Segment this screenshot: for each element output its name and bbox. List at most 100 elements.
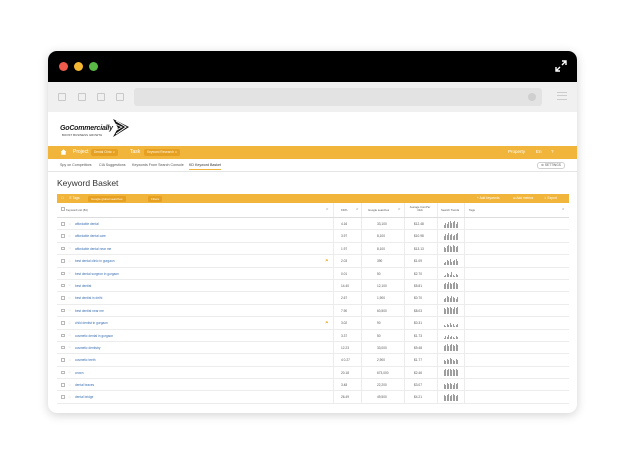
cpc-column-header[interactable]: Average Cost Per Click xyxy=(407,206,433,212)
star-icon[interactable]: ☆ xyxy=(68,345,71,349)
keyword-link[interactable]: affordable dental xyxy=(75,222,99,226)
row-checkbox[interactable] xyxy=(61,259,65,263)
star-icon[interactable]: ☆ xyxy=(68,222,71,226)
flag-icon[interactable]: ⚑ xyxy=(325,320,329,325)
table-row[interactable]: ☆ best dental clinic in gurgaon ⚑ 2.03 3… xyxy=(57,255,569,268)
tags-column-header[interactable]: Tags xyxy=(469,208,475,212)
keyword-link[interactable]: best dentist xyxy=(75,284,91,288)
maximize-window-button[interactable] xyxy=(89,62,98,71)
star-icon[interactable]: ☆ xyxy=(68,283,71,287)
row-checkbox[interactable] xyxy=(61,246,65,251)
row-checkbox[interactable] xyxy=(61,395,65,399)
trends-column-header[interactable]: Search Trends xyxy=(441,208,459,212)
language-menu[interactable]: En xyxy=(536,149,542,154)
table-row[interactable]: ☆ best dentist near me 7.90 60,500 $8.03 xyxy=(57,304,569,318)
keyword-link[interactable]: cosmetic teeth xyxy=(75,358,96,362)
table-row[interactable]: ☆ best dentist 14.40 12,100 $5.81 xyxy=(57,279,569,293)
sort-icon[interactable]: ⇵ xyxy=(356,207,359,211)
row-checkbox[interactable] xyxy=(61,345,65,350)
keyword-link[interactable]: child dentist in gurgaon xyxy=(75,321,108,325)
home-icon[interactable] xyxy=(60,149,67,155)
property-menu[interactable]: Property xyxy=(508,149,525,154)
project-selector[interactable]: Dental Clinic ∨ xyxy=(91,149,119,156)
select-all-checkbox[interactable]: ☐ xyxy=(61,196,64,200)
keyword-link[interactable]: affordable dental near me xyxy=(75,247,111,251)
kd-column-header[interactable]: KD% xyxy=(341,208,347,212)
add-metrics-button[interactable]: ⊞ Add metrics xyxy=(513,196,533,200)
star-icon[interactable]: ☆ xyxy=(68,246,71,250)
fullscreen-icon[interactable] xyxy=(555,60,567,72)
star-icon[interactable]: ☆ xyxy=(68,308,71,312)
export-button[interactable]: ⇩ Export xyxy=(544,196,557,200)
star-icon[interactable]: ☆ xyxy=(68,358,71,362)
tab-spy-on-competitors[interactable]: Spy on Competitors xyxy=(60,163,92,167)
address-bar[interactable] xyxy=(134,88,542,106)
sort-icon[interactable]: ⇵ xyxy=(326,207,329,211)
sort-icon[interactable]: ⇵ xyxy=(398,207,401,211)
bookmark-icon[interactable] xyxy=(528,93,536,101)
row-checkbox[interactable] xyxy=(61,370,65,375)
row-checkbox[interactable] xyxy=(61,234,65,238)
keyword-link[interactable]: best dental surgeon in gurgaon xyxy=(75,272,119,276)
table-row[interactable]: ☆ dental bridge 26.49 49,500 $4.21 xyxy=(57,391,569,404)
row-checkbox[interactable] xyxy=(61,358,65,362)
table-row[interactable]: ☆ cosmetic dental in gurgaon 3.37 50 $1.… xyxy=(57,329,569,342)
minimize-window-button[interactable] xyxy=(74,62,83,71)
table-row[interactable]: ☆ affordable dental 4.16 33,100 $12.48 xyxy=(57,218,569,231)
star-icon[interactable]: ☆ xyxy=(68,271,71,275)
keyword-link[interactable]: affordable dental care xyxy=(75,234,106,238)
keyword-link[interactable]: best dentist in delhi xyxy=(75,296,102,300)
close-window-button[interactable] xyxy=(59,62,68,71)
keyword-link[interactable]: dental bridge xyxy=(75,395,93,399)
star-icon[interactable]: ☆ xyxy=(68,234,71,238)
row-checkbox[interactable] xyxy=(61,308,65,313)
reload-icon[interactable] xyxy=(97,93,105,101)
table-row[interactable]: ☆ cosmetic teeth 4 0.27 2,900 $1.77 xyxy=(57,354,569,367)
header-checkbox[interactable] xyxy=(61,207,65,211)
flag-icon[interactable]: ⚑ xyxy=(325,258,329,263)
table-row[interactable]: ☆ best dental surgeon in gurgaon 0.01 50… xyxy=(57,267,569,280)
star-icon[interactable]: ☆ xyxy=(68,383,71,387)
star-icon[interactable]: ☆ xyxy=(68,259,71,263)
row-checkbox[interactable] xyxy=(61,321,65,325)
keyword-link[interactable]: cosmetic dental in gurgaon xyxy=(75,334,113,338)
row-checkbox[interactable] xyxy=(61,333,65,338)
keyword-link[interactable]: crown xyxy=(75,371,84,375)
table-row[interactable]: ☆ affordable dental near me 1.97 8,100 $… xyxy=(57,242,569,256)
tags-button[interactable]: ☰ Tags xyxy=(69,196,79,200)
star-icon[interactable]: ☆ xyxy=(68,333,71,337)
keyword-link[interactable]: cosmetic dentistry xyxy=(75,346,101,350)
star-icon[interactable]: ☆ xyxy=(68,370,71,374)
table-row[interactable]: ☆ best dentist in delhi 2.67 1,900 $0.70 xyxy=(57,292,569,305)
home-icon[interactable] xyxy=(116,93,124,101)
row-checkbox[interactable] xyxy=(61,296,65,300)
row-checkbox[interactable] xyxy=(61,283,65,288)
help-icon[interactable]: ? xyxy=(551,149,554,154)
browser-menu-icon[interactable] xyxy=(557,92,567,100)
tab-keyword-basket[interactable]: KD Keyword Basket xyxy=(189,163,221,170)
forward-icon[interactable] xyxy=(78,93,86,101)
row-checkbox[interactable] xyxy=(61,222,65,226)
keyword-link[interactable]: best dental clinic in gurgaon xyxy=(75,259,115,263)
task-selector[interactable]: Keyword Research ∨ xyxy=(144,149,181,156)
search-source-filter[interactable]: Google global searches xyxy=(88,195,126,202)
row-checkbox[interactable] xyxy=(61,271,65,276)
sort-icon[interactable]: ⇵ xyxy=(562,207,565,211)
star-icon[interactable]: ☆ xyxy=(68,296,71,300)
back-icon[interactable] xyxy=(58,93,66,101)
table-row[interactable]: ☆ dental braces 3.48 22,200 $3.07 xyxy=(57,379,569,392)
filters-button[interactable]: Filters xyxy=(148,195,163,202)
tab-cia-suggestions[interactable]: CIA Suggestions xyxy=(99,163,126,167)
add-keywords-button[interactable]: + Add keywords xyxy=(477,196,500,200)
star-icon[interactable]: ☆ xyxy=(68,321,71,325)
table-row[interactable]: ☆ cosmetic dentistry 12.23 33,000 $9.48 xyxy=(57,341,569,355)
tab-keywords-from-search-console[interactable]: Keywords From Search Console xyxy=(132,163,184,167)
table-row[interactable]: ☆ child dentist in gurgaon ⚑ 3.02 90 $0.… xyxy=(57,317,569,330)
keyword-link[interactable]: dental braces xyxy=(75,383,94,387)
keyword-column-header[interactable]: Keyword List (84) xyxy=(66,208,88,212)
table-row[interactable]: ☆ affordable dental care 3.97 8,100 $10.… xyxy=(57,230,569,243)
row-checkbox[interactable] xyxy=(61,383,65,387)
table-row[interactable]: ☆ crown 20.18 673,000 $2.46 xyxy=(57,366,569,380)
searches-column-header[interactable]: Google searches xyxy=(368,208,389,212)
settings-button[interactable]: ⚙ SETTINGS xyxy=(537,162,565,169)
